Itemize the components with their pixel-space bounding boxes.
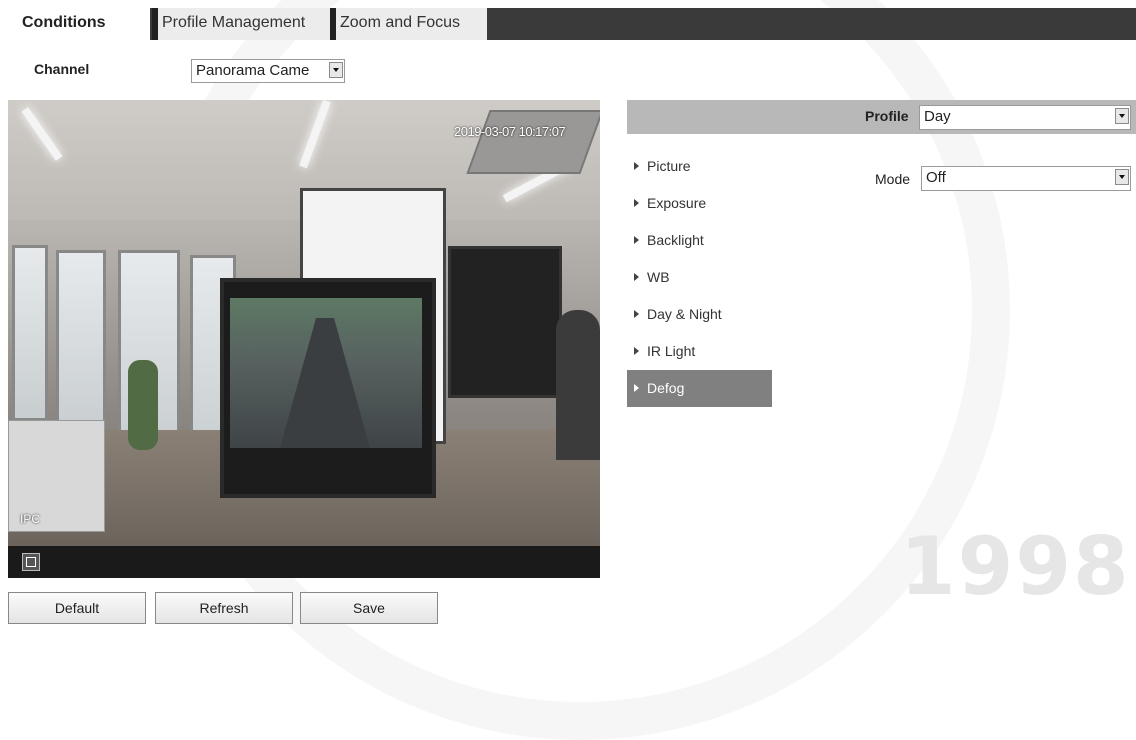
nav-item-backlight[interactable]: Backlight xyxy=(627,222,772,259)
video-channel-title: IPC xyxy=(20,512,41,526)
tab-bar: Conditions Profile Management Zoom and F… xyxy=(0,0,1136,40)
settings-nav: Picture Exposure Backlight WB Day & Nigh… xyxy=(627,148,772,407)
tab-profile-management[interactable]: Profile Management xyxy=(152,8,330,40)
video-window xyxy=(56,250,106,436)
nav-item-defog[interactable]: Defog xyxy=(627,370,772,407)
watermark-year: 1998 xyxy=(900,520,1131,613)
save-button[interactable]: Save xyxy=(300,592,438,624)
video-monitor xyxy=(220,278,436,498)
nav-item-picture[interactable]: Picture xyxy=(627,148,772,185)
nav-item-ir-light[interactable]: IR Light xyxy=(627,333,772,370)
fullscreen-icon[interactable] xyxy=(22,553,40,571)
video-preview: 2019-03-07 10:17:07 IPC xyxy=(8,100,600,546)
profile-select-value: Day xyxy=(924,108,951,125)
nav-item-wb[interactable]: WB xyxy=(627,259,772,296)
video-person xyxy=(556,310,600,460)
profile-select[interactable]: Day xyxy=(919,105,1131,130)
video-plant xyxy=(128,360,158,450)
video-toolbar xyxy=(8,546,600,578)
default-button[interactable]: Default xyxy=(8,592,146,624)
chevron-down-icon[interactable] xyxy=(1115,108,1129,124)
chevron-down-icon[interactable] xyxy=(1115,169,1129,185)
mode-select[interactable]: Off xyxy=(921,166,1131,191)
tab-zoom-and-focus[interactable]: Zoom and Focus xyxy=(330,8,487,40)
video-timestamp: 2019-03-07 10:17:07 xyxy=(454,124,566,139)
video-monitor-screen xyxy=(230,298,422,448)
video-monitor xyxy=(448,246,562,398)
video-road xyxy=(280,318,370,448)
channel-select-value: Panorama Came xyxy=(196,62,310,79)
nav-item-day-night[interactable]: Day & Night xyxy=(627,296,772,333)
refresh-button[interactable]: Refresh xyxy=(155,592,293,624)
tab-conditions[interactable]: Conditions xyxy=(0,8,150,40)
profile-label: Profile xyxy=(865,108,909,124)
mode-label: Mode xyxy=(875,171,911,187)
nav-item-exposure[interactable]: Exposure xyxy=(627,185,772,222)
channel-select[interactable]: Panorama Came xyxy=(191,59,345,83)
channel-label: Channel xyxy=(34,61,90,77)
video-ceiling-vent xyxy=(466,110,600,174)
video-window xyxy=(12,245,48,421)
chevron-down-icon[interactable] xyxy=(329,62,343,78)
mode-select-value: Off xyxy=(926,169,946,186)
